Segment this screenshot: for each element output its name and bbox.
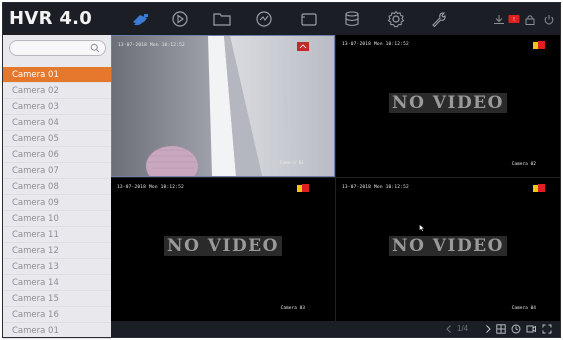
next-page-icon[interactable] xyxy=(483,324,493,334)
camera-list: Camera 01 Camera 02 Camera 03 Camera 04 Came… xyxy=(3,67,111,339)
camera-list-item[interactable]: Camera 02 xyxy=(3,83,111,99)
storage-icon[interactable] xyxy=(342,9,362,29)
camera-list-item[interactable]: Camera 06 xyxy=(3,147,111,163)
system-settings-gear-icon[interactable] xyxy=(386,9,406,29)
camera-list-item[interactable]: Camera 08 xyxy=(3,179,111,195)
camera-list-item[interactable]: Camera 04 xyxy=(3,115,111,131)
camera-list-item[interactable]: Camera 14 xyxy=(3,275,111,291)
tile-camera-name: Camera 02 xyxy=(511,162,536,167)
camera-list-item[interactable]: Camera 13 xyxy=(3,259,111,275)
camera-list-item[interactable]: Camera 10 xyxy=(3,211,111,227)
camera-list-item[interactable]: Camera 09 xyxy=(3,195,111,211)
camera-list-item[interactable]: Camera 11 xyxy=(3,227,111,243)
app-logo: HVR 4.0 xyxy=(9,8,93,29)
tile-timestamp: 13-07-2018 Mon 10:12:52 xyxy=(342,42,409,47)
camera-list-item[interactable]: Camera 05 xyxy=(3,131,111,147)
svg-text:!: ! xyxy=(513,17,515,23)
smart-analysis-icon[interactable] xyxy=(254,9,274,29)
configuration-icon[interactable] xyxy=(299,9,319,29)
no-video-overlay: NO VIDEO xyxy=(111,236,335,256)
maintenance-wrench-icon[interactable] xyxy=(429,9,449,29)
motion-alarm-icon xyxy=(533,41,545,50)
camera-list-item[interactable]: Camera 07 xyxy=(3,163,111,179)
alarm-icon[interactable]: ! xyxy=(508,14,520,25)
tile-camera-name: Camera 01 xyxy=(279,161,304,166)
camera-feed-image xyxy=(112,36,334,176)
tile-camera-name: Camera 04 xyxy=(511,306,536,311)
previous-page-icon[interactable] xyxy=(444,324,454,334)
video-tile-camera-02[interactable]: 13-07-2018 Mon 10:12:52 NO VIDEO Camera … xyxy=(336,35,560,177)
no-video-overlay: NO VIDEO xyxy=(336,236,560,256)
search-icon[interactable] xyxy=(90,43,100,53)
camera-list-item[interactable]: Camera 16 xyxy=(3,307,111,323)
tile-timestamp: 13-07-2018 Mon 10:12:52 xyxy=(117,185,184,190)
live-view-grid: 13-07-2018 Mon 10:12:52 Camera 01 13-07-… xyxy=(111,35,560,321)
mouse-cursor-icon xyxy=(419,224,425,232)
camera-list-item[interactable]: Camera 15 xyxy=(3,291,111,307)
no-video-text: NO VIDEO xyxy=(389,93,507,113)
download-icon[interactable] xyxy=(493,14,505,25)
motion-alarm-icon xyxy=(533,184,545,193)
page-indicator: 1/4 xyxy=(457,324,469,333)
channel-info-icon[interactable] xyxy=(526,324,536,334)
camera-search-input[interactable] xyxy=(9,40,106,56)
video-tile-camera-03[interactable]: 13-07-2018 Mon 10:12:52 NO VIDEO Camera … xyxy=(111,178,335,321)
tile-timestamp: 13-07-2018 Mon 10:12:52 xyxy=(118,43,185,48)
motion-alarm-icon xyxy=(297,184,309,193)
camera-list-item[interactable]: Camera 01 xyxy=(3,323,111,339)
top-bar: HVR 4.0 ! xyxy=(3,3,560,35)
video-tile-camera-04[interactable]: 13-07-2018 Mon 10:12:52 NO VIDEO Camera … xyxy=(336,178,560,321)
tile-timestamp: 13-07-2018 Mon 10:12:52 xyxy=(342,185,409,190)
camera-list-item[interactable]: Camera 01 xyxy=(3,67,111,83)
tile-camera-name: Camera 03 xyxy=(280,306,305,311)
playback-clock-icon[interactable] xyxy=(511,324,521,334)
no-video-text: NO VIDEO xyxy=(389,236,507,256)
camera-sidebar: Camera 01 Camera 02 Camera 03 Camera 04 Came… xyxy=(3,35,111,339)
live-view-camera-icon[interactable] xyxy=(131,9,151,29)
recording-alarm-icon xyxy=(297,42,309,51)
power-icon[interactable] xyxy=(543,14,555,25)
bottom-toolbar: 1/4 xyxy=(111,321,560,337)
file-management-icon[interactable] xyxy=(212,9,232,29)
app-window: HVR 4.0 ! Camera 01 Camera 02 Camera 03 … xyxy=(2,2,561,339)
no-video-overlay: NO VIDEO xyxy=(336,93,560,113)
camera-list-item[interactable]: Camera 03 xyxy=(3,99,111,115)
layout-grid-icon[interactable] xyxy=(496,324,506,334)
no-video-text: NO VIDEO xyxy=(164,236,282,256)
lock-icon[interactable] xyxy=(524,14,536,25)
fullscreen-icon[interactable] xyxy=(542,324,552,334)
video-tile-camera-01[interactable]: 13-07-2018 Mon 10:12:52 Camera 01 xyxy=(111,35,335,177)
camera-list-item[interactable]: Camera 12 xyxy=(3,243,111,259)
playback-icon[interactable] xyxy=(170,9,190,29)
